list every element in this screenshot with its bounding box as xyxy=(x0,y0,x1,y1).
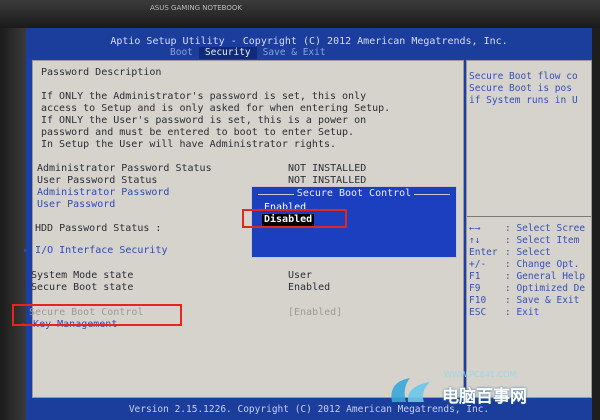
key-hint-key: F9 xyxy=(469,283,481,294)
key-hint-row: ↑↓ : Select Item xyxy=(469,235,579,247)
help-pane: Secure Boot flow co Secure Boot is pos i… xyxy=(466,60,592,398)
watermark-site-name: 电脑百事网 xyxy=(442,387,527,407)
key-hint-key: ←→ xyxy=(469,223,481,234)
key-hint-key: Enter xyxy=(469,247,498,258)
key-hint-row: F10 : Save & Exit xyxy=(469,295,579,307)
key-hint-key: F1 xyxy=(469,271,481,282)
key-hint-key: F10 xyxy=(469,295,487,306)
description-line: If ONLY the User's password is set, this… xyxy=(41,115,367,126)
key-hint-desc: : General Help xyxy=(505,271,586,282)
io-interface-security-item[interactable]: ▸ I/O Interface Security xyxy=(23,245,168,257)
description-line: In Setup the User will have Administrato… xyxy=(41,139,337,150)
section-title: Password Description xyxy=(41,67,162,78)
monitor-bezel-right xyxy=(592,28,600,420)
key-hint-row: F9 : Optimized De xyxy=(469,283,585,295)
key-hint-desc: : Exit xyxy=(505,307,540,318)
watermark-logo-icon xyxy=(391,378,430,402)
hdd-password-status-label: HDD Password Status : xyxy=(35,223,162,234)
secure-boot-state-label: Secure Boot state xyxy=(31,282,134,293)
key-hint-row: F1 : General Help xyxy=(469,271,585,283)
key-hint-row: ←→ : Select Scree xyxy=(469,223,585,235)
tab-bar: Boot Security Save & Exit xyxy=(164,47,332,59)
admin-password-status-value: NOT INSTALLED xyxy=(288,163,367,174)
bios-header: Aptio Setup Utility - Copyright (C) 2012… xyxy=(26,28,592,59)
help-divider xyxy=(467,216,591,217)
user-password-status-label: User Password Status xyxy=(37,175,158,186)
key-hint-key: +/- xyxy=(469,259,487,270)
key-hint-desc: : Select Scree xyxy=(505,223,586,234)
key-hint-desc: : Select Item xyxy=(505,235,580,246)
system-mode-state-label: System Mode state xyxy=(31,270,134,281)
key-hint-desc: : Change Opt. xyxy=(505,259,580,270)
admin-password-status-label: Administrator Password Status xyxy=(37,163,212,174)
bios-title: Aptio Setup Utility - Copyright (C) 2012… xyxy=(110,36,508,47)
key-hint-desc: : Optimized De xyxy=(505,283,586,294)
tab-security[interactable]: Security xyxy=(198,47,257,59)
help-text-line: Secure Boot is pos xyxy=(469,83,572,94)
key-hint-key: ↑↓ xyxy=(469,235,481,246)
key-hint-desc: : Select xyxy=(505,247,551,258)
key-hint-key: ESC xyxy=(469,307,487,318)
description-line: If ONLY the Administrator's password is … xyxy=(41,91,367,102)
help-text-line: if System runs in U xyxy=(469,95,578,106)
io-interface-security-label: I/O Interface Security xyxy=(35,245,168,256)
bios-screen: Aptio Setup Utility - Copyright (C) 2012… xyxy=(12,28,592,420)
watermark-url: WWW.PC841.COM xyxy=(444,370,517,379)
submenu-arrow-icon: ▸ xyxy=(23,245,36,256)
site-watermark: WWW.PC841.COM 电脑百事网 xyxy=(386,368,586,418)
tab-save-exit[interactable]: Save & Exit xyxy=(257,47,332,59)
highlight-box-disabled xyxy=(242,209,347,228)
highlight-box-secure-boot-control xyxy=(12,304,182,326)
secure-boot-state-value: Enabled xyxy=(288,282,331,293)
monitor-bezel-top: ASUS GAMING NOTEBOOK xyxy=(0,0,600,28)
description-line: access to Setup and is only asked for wh… xyxy=(41,103,391,114)
key-hint-row: +/- : Change Opt. xyxy=(469,259,579,271)
popup-title-text: Secure Boot Control xyxy=(293,188,415,199)
description-line: password and must be entered to boot to … xyxy=(41,127,355,138)
monitor-bezel-left xyxy=(0,28,26,420)
user-password-item[interactable]: User Password xyxy=(37,199,115,211)
key-hint-row: ESC : Exit xyxy=(469,307,539,319)
help-text-line: Secure Boot flow co xyxy=(469,71,578,82)
system-mode-state-value: User xyxy=(288,270,313,281)
administrator-password-item[interactable]: Administrator Password xyxy=(37,187,169,199)
key-hint-row: Enter : Select xyxy=(469,247,551,259)
popup-title: Secure Boot Control xyxy=(252,188,456,200)
secure-boot-control-value[interactable]: [Enabled] xyxy=(288,307,342,319)
bezel-label: ASUS GAMING NOTEBOOK xyxy=(150,4,242,12)
tab-boot[interactable]: Boot xyxy=(164,47,199,59)
key-hint-desc: : Save & Exit xyxy=(505,295,580,306)
